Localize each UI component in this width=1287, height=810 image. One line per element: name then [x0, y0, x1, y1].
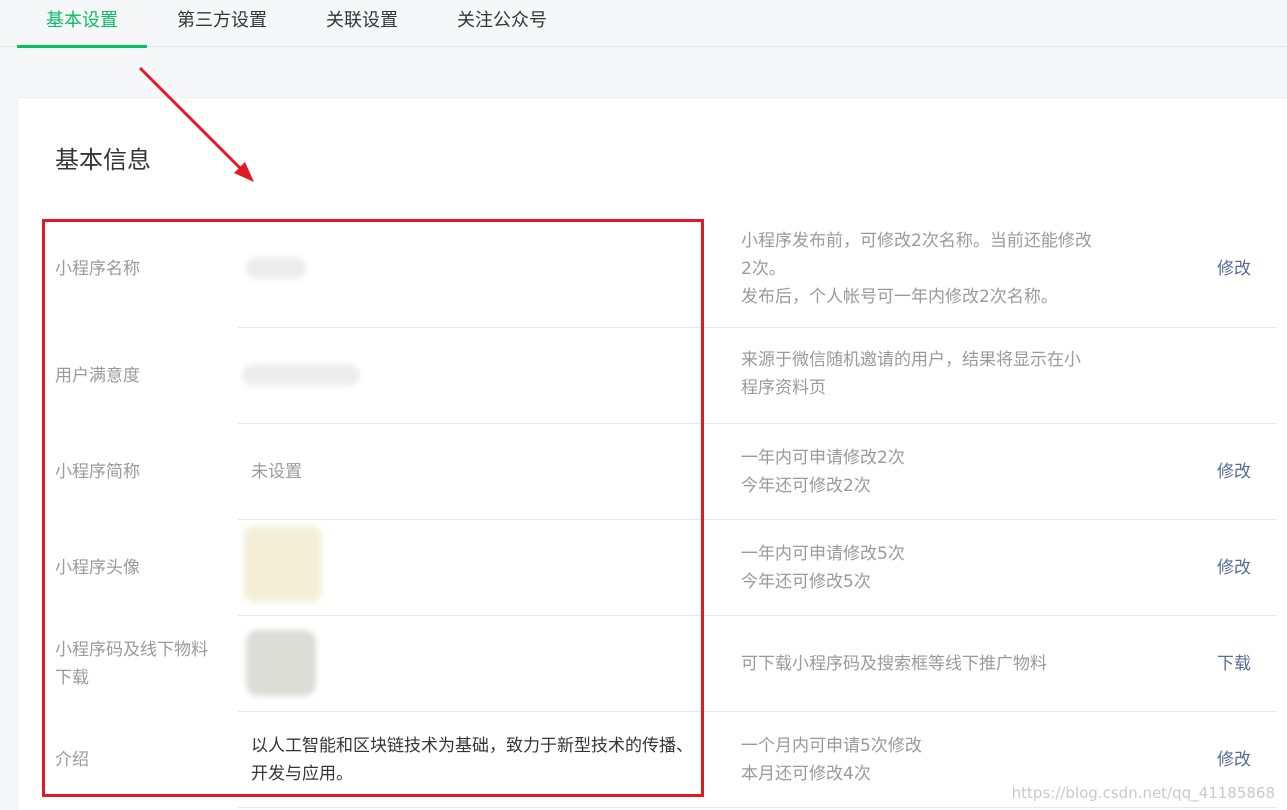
- edit-avatar-link[interactable]: 修改: [1217, 554, 1251, 582]
- row-description: 来源于微信随机邀请的用户，结果将显示在小 程序资料页: [741, 350, 1081, 398]
- edit-short-name-link[interactable]: 修改: [1217, 458, 1251, 486]
- settings-tab-bar: 基本设置 第三方设置 关联设置 关注公众号: [0, 0, 1287, 48]
- tab-linked-settings[interactable]: 关联设置: [312, 0, 412, 47]
- row-divider: [238, 807, 1276, 808]
- row-description: 一个月内可申请5次修改 本月还可修改4次: [741, 736, 922, 784]
- row-description: 小程序发布前，可修改2次名称。当前还能修改 2次。 发布后，个人帐号可一年内修改…: [741, 231, 1092, 307]
- row-description: 一年内可申请修改5次 今年还可修改5次: [741, 544, 905, 592]
- row-description: 可下载小程序码及搜索框等线下推广物料: [741, 654, 1047, 674]
- download-qrcode-link[interactable]: 下载: [1217, 650, 1251, 678]
- annotation-arrow-icon: [138, 66, 254, 182]
- watermark: https://blog.csdn.net/qq_41185868: [1011, 784, 1275, 802]
- annotation-highlight-box: [42, 219, 704, 797]
- tab-follow-official-account[interactable]: 关注公众号: [442, 0, 562, 47]
- row-description: 一年内可申请修改2次 今年还可修改2次: [741, 448, 905, 496]
- tab-third-party-settings[interactable]: 第三方设置: [162, 0, 282, 47]
- edit-name-link[interactable]: 修改: [1217, 255, 1251, 283]
- edit-introduction-link[interactable]: 修改: [1217, 746, 1251, 774]
- tab-basic-settings[interactable]: 基本设置: [17, 0, 147, 48]
